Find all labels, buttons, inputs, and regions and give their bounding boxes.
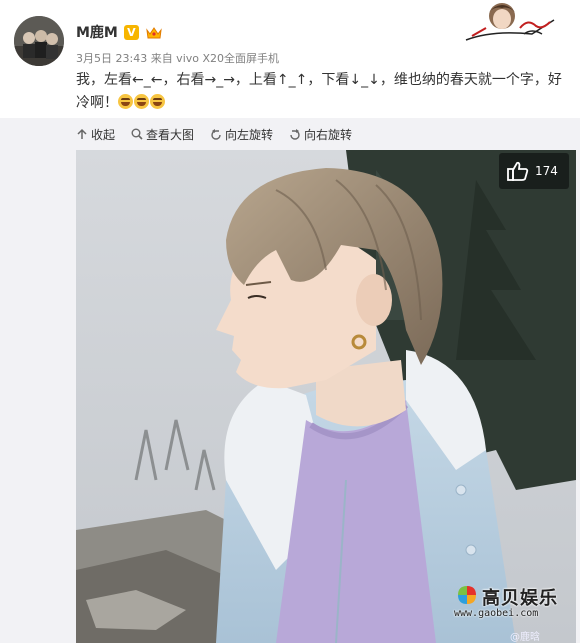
author-row: M鹿M V <box>76 23 163 41</box>
post-meta: 3月5日 23:43 来自 vivo X20全面屏手机 <box>76 52 280 65</box>
view-large-label: 查看大图 <box>146 127 195 142</box>
rotate-left-icon <box>211 129 221 140</box>
username[interactable]: M鹿M <box>76 22 118 42</box>
watermark: 高贝娱乐 www.gaobei.com <box>452 580 570 630</box>
weibo-post: M鹿M V 3月5日 23:43 来自 vivo X20全面屏手机 我，左看←_… <box>0 0 580 643</box>
zoom-icon <box>131 128 143 140</box>
post-photo[interactable] <box>76 150 576 643</box>
like-button[interactable]: 174 <box>499 153 569 189</box>
member-badge-icon[interactable] <box>462 0 560 44</box>
rotate-left-label: 向左旋转 <box>225 127 274 142</box>
rotate-right-icon <box>290 129 300 140</box>
watermark-title: 高贝娱乐 <box>482 588 558 609</box>
collapse-icon <box>77 128 87 139</box>
avatar-image <box>14 16 64 66</box>
watermark-url: www.gaobei.com <box>454 608 539 619</box>
rotate-right-label: 向右旋转 <box>304 127 353 142</box>
rotate-right-button[interactable]: 向右旋转 <box>289 126 352 143</box>
photo-illustration <box>76 150 576 643</box>
like-count: 174 <box>535 164 558 178</box>
post-text: 我，左看←_←，右看→_→，上看↑_↑，下看↓_↓，维也纳的春天就一个字，好冷啊… <box>76 69 566 115</box>
avatar[interactable] <box>14 16 64 66</box>
laugh-emoji-icon <box>134 94 149 109</box>
media-toolbar: 收起 查看大图 向左旋转 向右旋转 <box>76 124 352 144</box>
thumbs-up-icon <box>507 161 529 181</box>
view-large-button[interactable]: 查看大图 <box>131 126 194 143</box>
verified-icon[interactable]: V <box>123 24 139 40</box>
collapse-label: 收起 <box>91 127 116 142</box>
rotate-left-button[interactable]: 向左旋转 <box>210 126 273 143</box>
crown-icon[interactable] <box>145 25 163 40</box>
laugh-emoji-icon <box>118 94 133 109</box>
post-text-body: 我，左看←_←，右看→_→，上看↑_↑，下看↓_↓，维也纳的春天就一个字，好冷啊… <box>76 72 562 111</box>
weibo-watermark: @鹿晗 <box>510 632 540 643</box>
watermark-logo-icon <box>458 586 476 604</box>
laugh-emoji-icon <box>150 94 165 109</box>
collapse-button[interactable]: 收起 <box>76 126 115 143</box>
